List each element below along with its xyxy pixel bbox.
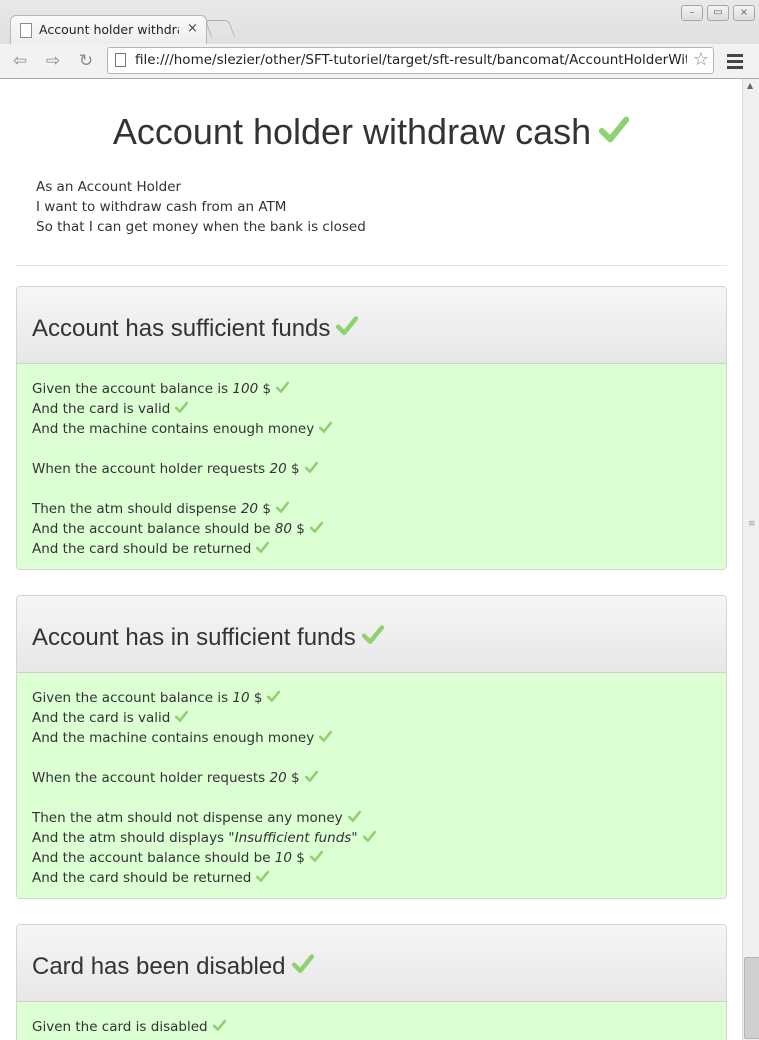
divider [16, 265, 727, 266]
step: And the account balance should be 80 $ [32, 519, 711, 539]
forward-icon[interactable]: ⇨ [40, 49, 66, 73]
scroll-grip-icon: ≡ [748, 519, 756, 529]
check-icon [319, 729, 333, 744]
step: When the account holder requests 20 $ [32, 768, 711, 788]
scenario-panel: Account has sufficient funds Given the a… [16, 286, 727, 570]
check-icon [212, 1018, 226, 1033]
check-icon [361, 624, 384, 646]
scenario-steps: Given the card is disabled [17, 1002, 726, 1040]
close-window-button[interactable]: × [733, 5, 755, 21]
tab-close-icon[interactable]: × [187, 21, 198, 36]
page-content: Account holder withdraw cash As an Accou… [0, 79, 742, 1040]
page-icon [115, 53, 126, 67]
minimize-button[interactable]: – [681, 5, 703, 21]
check-icon [319, 420, 333, 435]
reload-icon[interactable]: ↻ [73, 49, 99, 73]
check-icon [309, 520, 323, 535]
check-icon [336, 315, 359, 337]
vertical-scrollbar[interactable]: ▲ ≡ [742, 79, 759, 1040]
step: When the account holder requests 20 $ [32, 459, 711, 479]
tab-title: Account holder withdraw [39, 22, 179, 37]
scroll-up-arrow-icon[interactable]: ▲ [747, 81, 753, 90]
story-line: I want to withdraw cash from an ATM [36, 199, 287, 215]
story-line: So that I can get money when the bank is… [36, 219, 366, 235]
check-icon [291, 953, 314, 975]
scenario-steps: Given the account balance is 100 $ And t… [17, 364, 726, 569]
step: And the account balance should be 10 $ [32, 848, 711, 868]
step: Given the card is disabled [32, 1017, 711, 1037]
browser-chrome: Account holder withdraw × – ▭ × ⇦ ⇨ ↻ fi… [0, 0, 759, 79]
step: And the card should be returned [32, 539, 711, 559]
step: And the machine contains enough money [32, 419, 711, 439]
check-icon [256, 540, 270, 555]
url-text[interactable]: file:///home/slezier/other/SFT-tutoriel/… [135, 52, 687, 68]
scenario-header: Account has sufficient funds [17, 287, 726, 364]
step: And the card is valid [32, 708, 711, 728]
check-icon [275, 500, 289, 515]
check-icon [304, 769, 318, 784]
step: And the machine contains enough money [32, 728, 711, 748]
browser-toolbar: ⇦ ⇨ ↻ file:///home/slezier/other/SFT-tut… [0, 44, 759, 78]
step: And the card is valid [32, 399, 711, 419]
menu-icon[interactable] [726, 51, 744, 71]
step: Given the account balance is 100 $ [32, 379, 711, 399]
scenario-title: Account has sufficient funds [32, 315, 359, 343]
bookmark-star-icon[interactable]: ☆ [693, 49, 709, 70]
check-icon [362, 829, 376, 844]
address-bar[interactable]: file:///home/slezier/other/SFT-tutoriel/… [107, 47, 714, 74]
step: And the atm should displays "Insufficien… [32, 828, 711, 848]
new-tab-button[interactable] [204, 20, 236, 37]
scenario-panel: Account has in sufficient funds Given th… [16, 595, 727, 899]
scenario-title: Account has in sufficient funds [32, 624, 384, 652]
step: Then the atm should dispense 20 $ [32, 499, 711, 519]
scenario-title: Card has been disabled [32, 953, 314, 981]
scenario-header: Account has in sufficient funds [17, 596, 726, 673]
story-line: As an Account Holder [36, 179, 182, 195]
maximize-button[interactable]: ▭ [707, 5, 729, 21]
browser-tab[interactable]: Account holder withdraw × [10, 15, 207, 45]
check-icon [599, 115, 630, 145]
scenario-header: Card has been disabled [17, 925, 726, 1002]
scroll-thumb[interactable] [744, 957, 759, 1039]
check-icon [276, 380, 290, 395]
check-icon [309, 849, 323, 864]
feature-story: As an Account Holder I want to withdraw … [36, 177, 366, 237]
feature-title: Account holder withdraw cash [0, 111, 742, 153]
check-icon [267, 689, 281, 704]
page-icon [20, 23, 32, 38]
check-icon [304, 460, 318, 475]
back-icon[interactable]: ⇦ [7, 49, 33, 73]
check-icon [347, 809, 361, 824]
step: And the card should be returned [32, 868, 711, 888]
step: Then the atm should not dispense any mon… [32, 808, 711, 828]
check-icon [175, 709, 189, 724]
scenario-steps: Given the account balance is 10 $ And th… [17, 673, 726, 898]
step: Given the account balance is 10 $ [32, 688, 711, 708]
scenario-panel: Card has been disabled Given the card is… [16, 924, 727, 1040]
check-icon [256, 869, 270, 884]
check-icon [175, 400, 189, 415]
